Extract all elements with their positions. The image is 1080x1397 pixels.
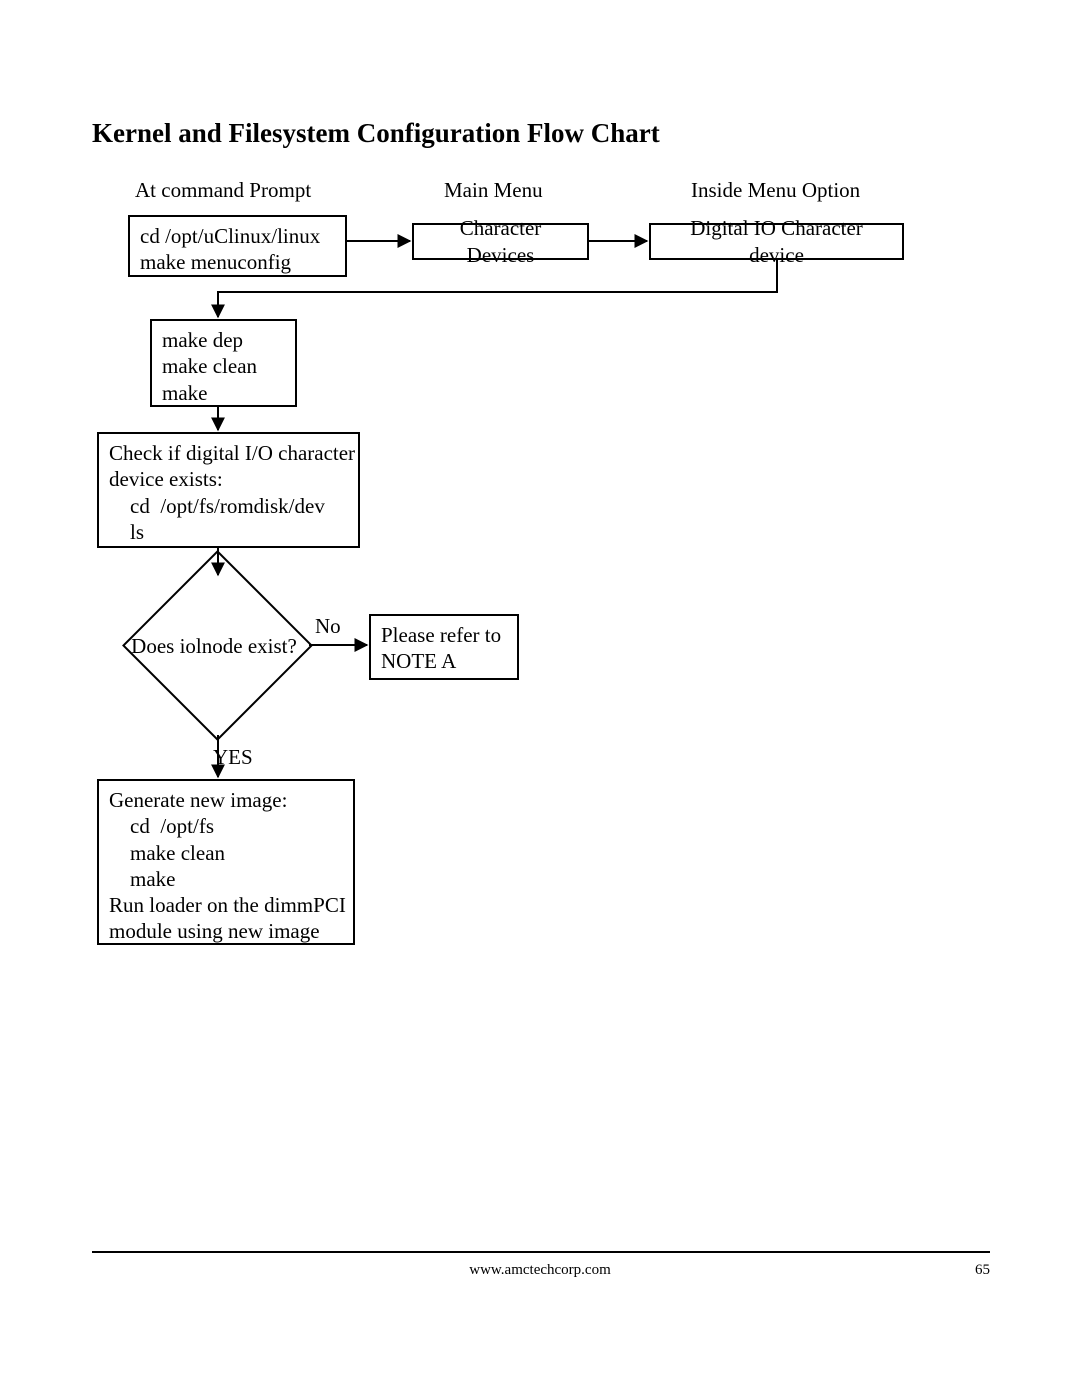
box-generate-text: Generate new image: cd /opt/fs make clea…: [99, 781, 353, 951]
box-start-text: cd /opt/uClinux/linux make menuconfig: [130, 217, 345, 282]
column-label-main-menu: Main Menu: [444, 178, 543, 203]
decision-no-label: No: [315, 614, 341, 639]
box-note-a: Please refer to NOTE A: [369, 614, 519, 680]
box-char-devices: Character Devices: [412, 223, 589, 260]
page: Kernel and Filesystem Configuration Flow…: [0, 0, 1080, 1397]
box-digital-io-text: Digital IO Character device: [651, 225, 902, 258]
box-start: cd /opt/uClinux/linux make menuconfig: [128, 215, 347, 277]
footer-url: www.amctechcorp.com: [469, 1262, 610, 1279]
box-check-dev: Check if digital I/O character device ex…: [97, 432, 360, 548]
box-digital-io: Digital IO Character device: [649, 223, 904, 260]
decision-diamond: Does iolnode exist?: [105, 556, 323, 736]
box-make-dep-text: make dep make clean make: [152, 321, 295, 412]
box-note-a-text: Please refer to NOTE A: [371, 616, 517, 681]
column-label-inside: Inside Menu Option: [691, 178, 860, 203]
box-char-devices-text: Character Devices: [414, 225, 587, 258]
footer-page-number: 65: [975, 1262, 990, 1279]
footer-divider: [92, 1251, 990, 1253]
decision-text: Does iolnode exist?: [105, 634, 323, 659]
box-generate: Generate new image: cd /opt/fs make clea…: [97, 779, 355, 945]
box-check-dev-text: Check if digital I/O character device ex…: [99, 434, 358, 551]
column-label-prompt: At command Prompt: [135, 178, 311, 203]
decision-yes-label: YES: [213, 745, 253, 770]
page-title: Kernel and Filesystem Configuration Flow…: [92, 118, 660, 149]
box-make-dep: make dep make clean make: [150, 319, 297, 407]
